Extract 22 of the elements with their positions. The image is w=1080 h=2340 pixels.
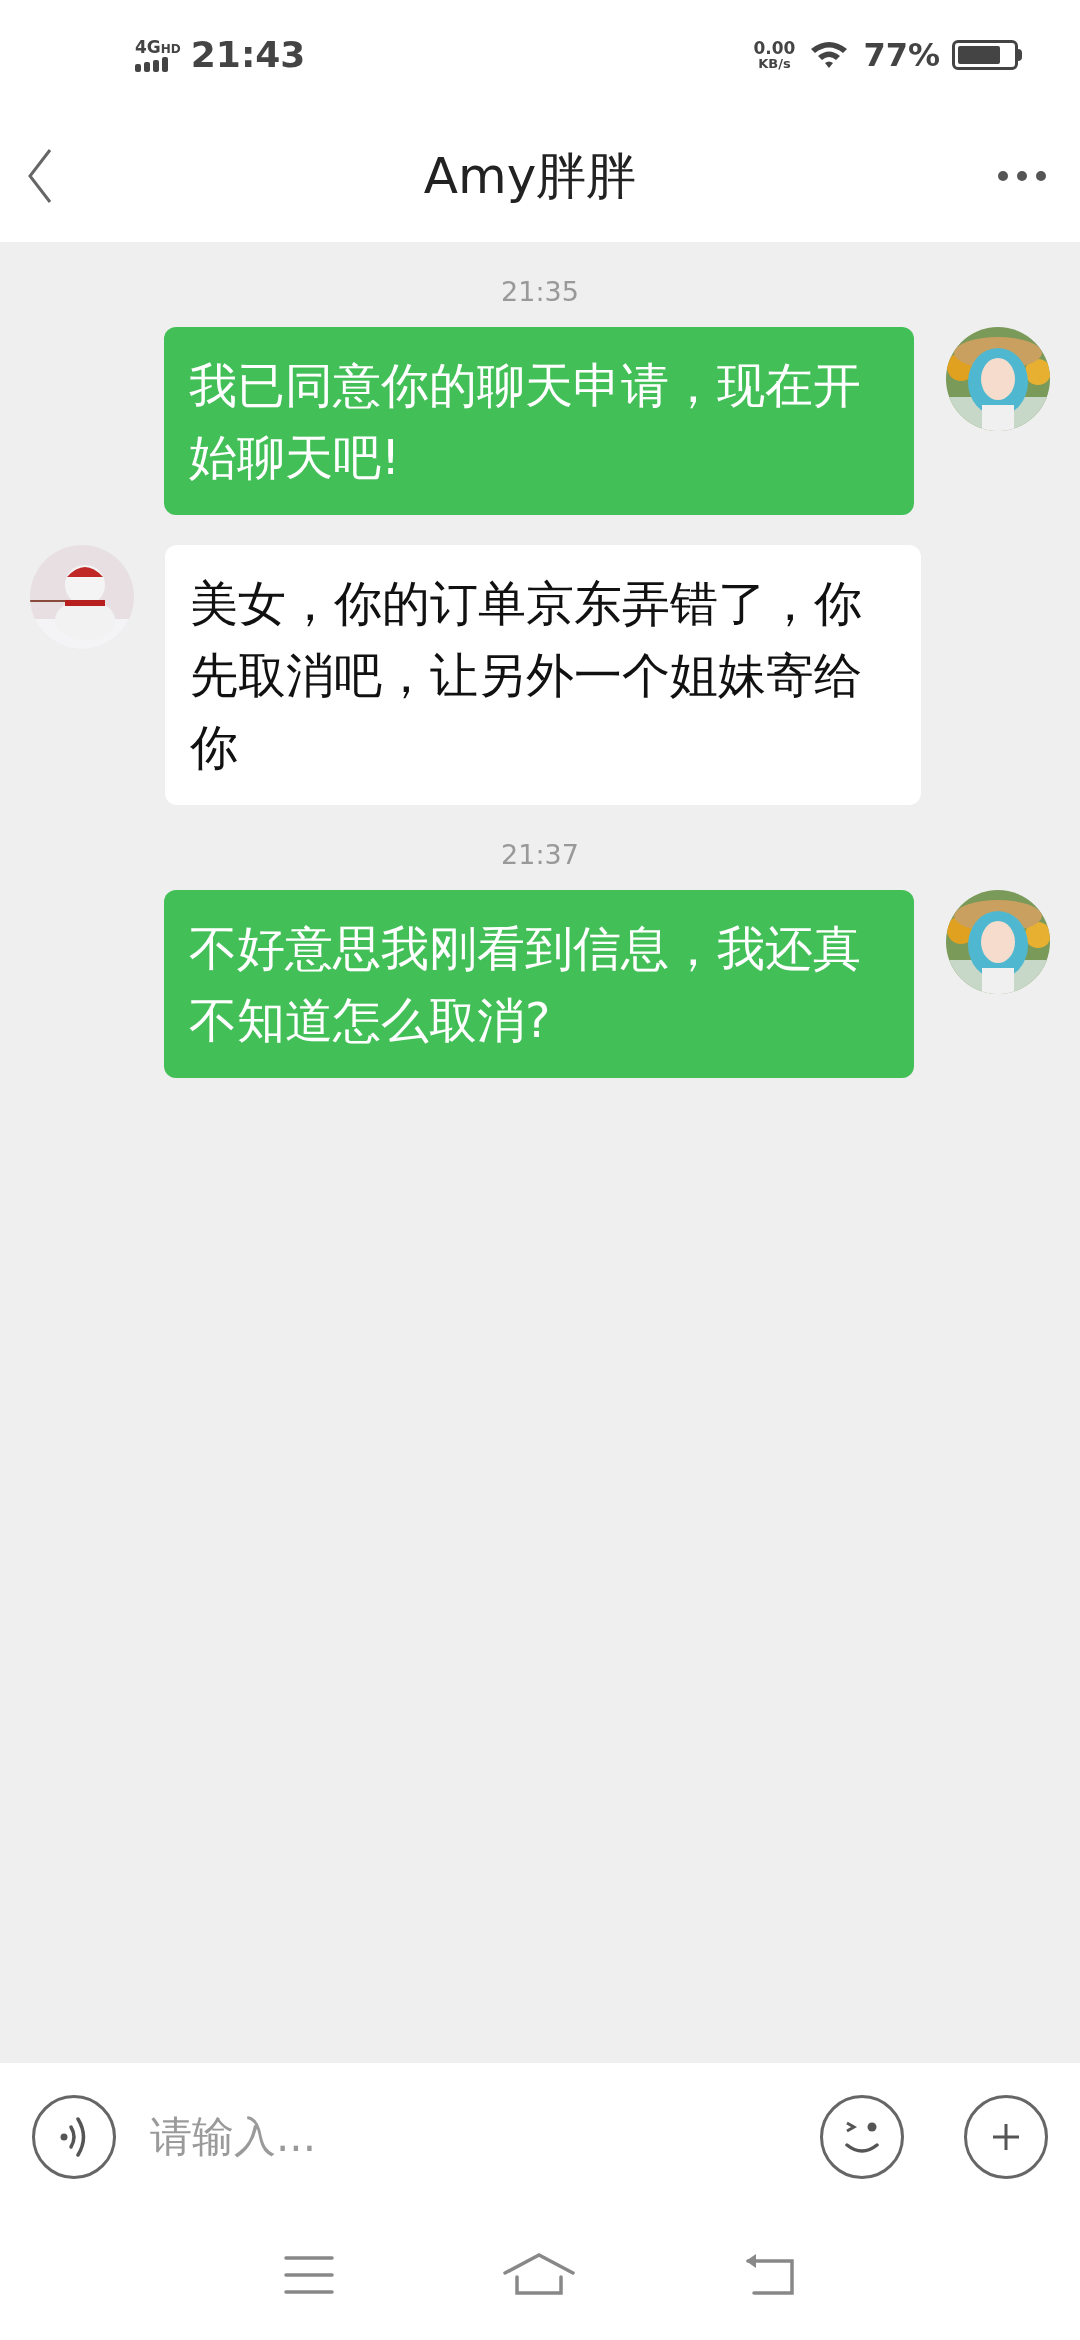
sent-message: 不好意思我刚看到信息，我还真不知道怎么取消? xyxy=(164,890,914,1078)
plus-icon xyxy=(991,2121,1021,2152)
network-speed: 0.00 xyxy=(753,40,796,57)
battery-percent: 77% xyxy=(863,35,940,76)
back-icon xyxy=(28,148,52,204)
emoji-button[interactable] xyxy=(820,2094,904,2179)
add-button[interactable] xyxy=(964,2094,1048,2179)
message-time: 21:35 xyxy=(501,275,579,310)
speed-unit: KB/s xyxy=(758,57,791,70)
message-time: 21:37 xyxy=(501,838,579,873)
sent-message: 我已同意你的聊天申请，现在开始聊天吧! xyxy=(164,327,914,515)
more-icon xyxy=(997,170,1047,182)
battery-icon xyxy=(952,40,1022,70)
menu-icon xyxy=(284,2255,335,2295)
clock: 21:43 xyxy=(190,33,306,77)
return-arrow-icon xyxy=(743,2253,796,2297)
home-icon xyxy=(503,2253,575,2297)
message-input[interactable]: 请输入... xyxy=(150,2094,786,2179)
network-label: 4GHD xyxy=(135,38,181,56)
received-message: 美女，你的订单京东弄错了，你先取消吧，让另外一个姐妹寄给你 xyxy=(165,545,921,805)
chat-title: Amy胖胖 xyxy=(423,145,637,207)
voice-button[interactable] xyxy=(32,2094,116,2179)
